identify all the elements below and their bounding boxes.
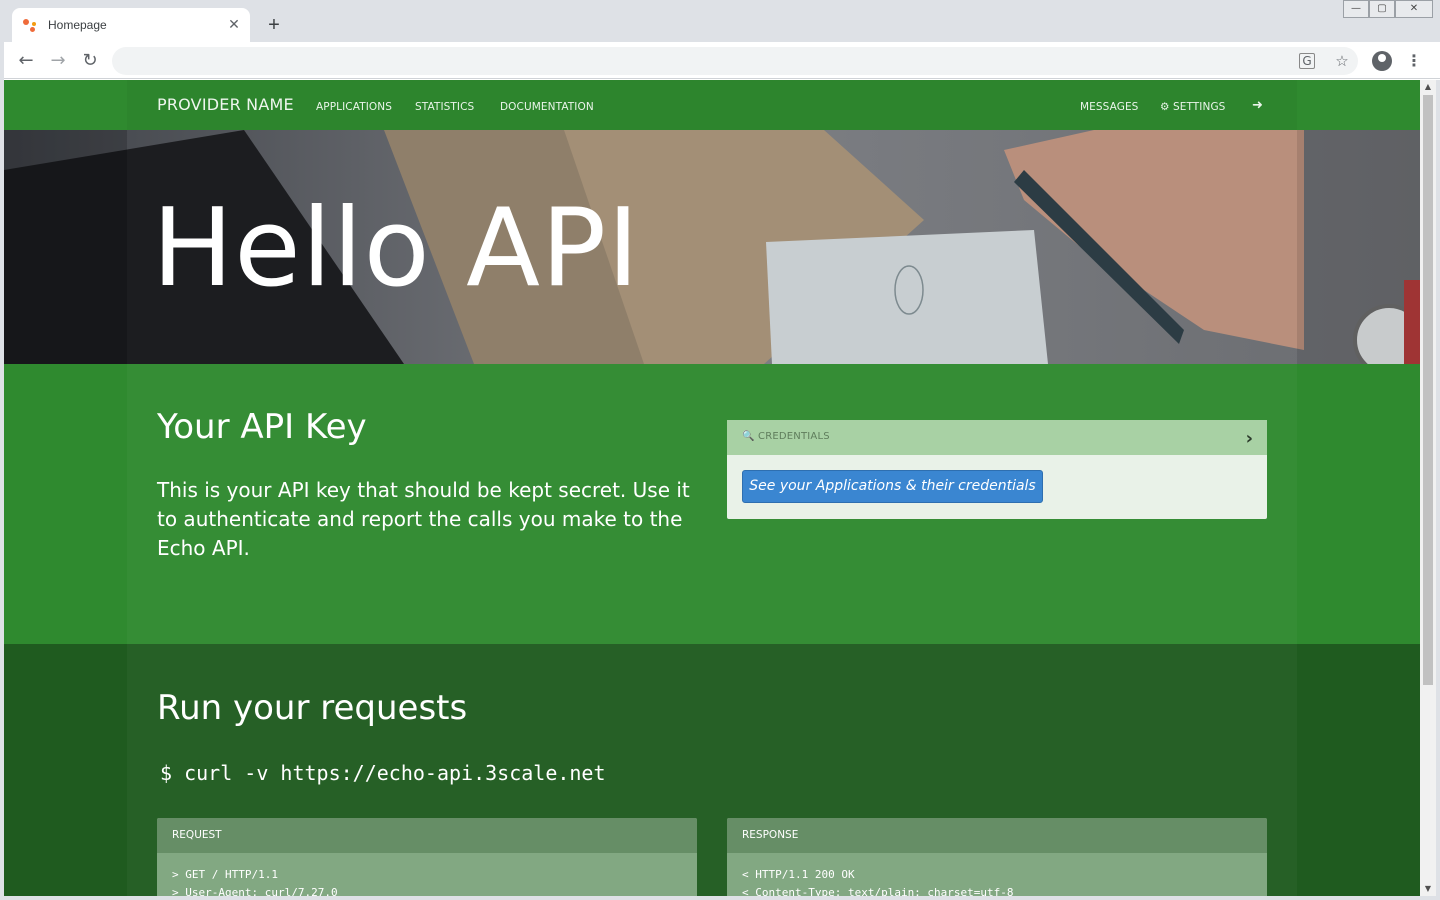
credentials-label: 🔍 CREDENTIALS [742, 431, 830, 442]
maximize-button[interactable]: ▢ [1369, 0, 1395, 18]
new-tab-button[interactable]: + [262, 14, 286, 38]
back-icon[interactable]: ← [15, 50, 37, 72]
response-line: < HTTP/1.1 200 OK [742, 868, 855, 881]
browser-toolbar: ← → ↻ [0, 42, 1440, 79]
forward-icon[interactable]: → [47, 50, 69, 72]
minimize-button[interactable]: — [1343, 0, 1369, 18]
view-credentials-button[interactable]: See your Applications & their credential… [742, 470, 1043, 503]
page-viewport: PROVIDER NAME APPLICATIONS STATISTICS DO… [4, 80, 1420, 896]
brand-link[interactable]: PROVIDER NAME [157, 95, 294, 114]
address-bar[interactable] [112, 47, 1358, 75]
page-scrollbar[interactable]: ▲ ▼ [1420, 80, 1436, 896]
logout-icon[interactable]: ➜ [1252, 98, 1263, 113]
run-requests-section: Run your requests $ curl -v https://echo… [4, 644, 1420, 896]
credentials-card: 🔍 CREDENTIALS › See your Applications & … [727, 420, 1267, 519]
reload-icon[interactable]: ↻ [79, 50, 101, 72]
api-key-description: This is your API key that should be kept… [157, 478, 690, 560]
credentials-card-header[interactable]: 🔍 CREDENTIALS › [727, 420, 1267, 455]
nav-settings[interactable]: ⚙ SETTINGS [1160, 101, 1225, 113]
close-window-button[interactable]: ✕ [1395, 0, 1433, 18]
request-panel-title: REQUEST [157, 818, 697, 853]
nav-statistics[interactable]: STATISTICS [415, 101, 474, 113]
profile-icon[interactable] [1372, 51, 1392, 71]
api-key-heading: Your API Key [157, 407, 367, 447]
request-line: > GET / HTTP/1.1 [172, 868, 278, 881]
menu-icon[interactable]: ⋮ [1405, 51, 1423, 71]
scrollbar-thumb[interactable] [1423, 95, 1433, 685]
window-frame-right [1436, 80, 1440, 900]
window-frame-bottom [0, 896, 1440, 900]
close-tab-icon[interactable]: ✕ [226, 17, 242, 33]
window-frame-left [0, 0, 4, 900]
response-line: < Content-Type: text/plain; charset=utf-… [742, 886, 1014, 896]
scroll-down-icon[interactable]: ▼ [1420, 882, 1436, 896]
nav-messages[interactable]: MESSAGES [1080, 101, 1138, 113]
star-icon[interactable]: ☆ [1332, 51, 1352, 71]
request-line: > User-Agent: curl/7.27.0 [172, 886, 338, 896]
api-key-section: Your API Key This is your API key that s… [4, 364, 1420, 644]
browser-tab[interactable]: Homepage ✕ [12, 8, 250, 42]
hero-banner: Hello API [4, 130, 1420, 364]
response-panel-title: RESPONSE [727, 818, 1267, 853]
curl-command: $ curl -v https://echo-api.3scale.net [160, 761, 606, 785]
response-panel: RESPONSE < HTTP/1.1 200 OK < Content-Typ… [727, 818, 1267, 896]
chevron-right-icon[interactable]: › [1246, 428, 1253, 449]
request-panel: REQUEST > GET / HTTP/1.1 > User-Agent: c… [157, 818, 697, 896]
site-navbar: PROVIDER NAME APPLICATIONS STATISTICS DO… [4, 80, 1420, 130]
nav-documentation[interactable]: DOCUMENTATION [500, 101, 594, 113]
favicon-icon [22, 17, 38, 33]
nav-applications[interactable]: APPLICATIONS [316, 101, 392, 113]
scroll-up-icon[interactable]: ▲ [1420, 80, 1436, 94]
tab-title: Homepage [48, 18, 107, 32]
run-requests-heading: Run your requests [157, 688, 468, 728]
translate-icon[interactable]: G [1299, 53, 1315, 69]
hero-title: Hello API [152, 186, 640, 311]
